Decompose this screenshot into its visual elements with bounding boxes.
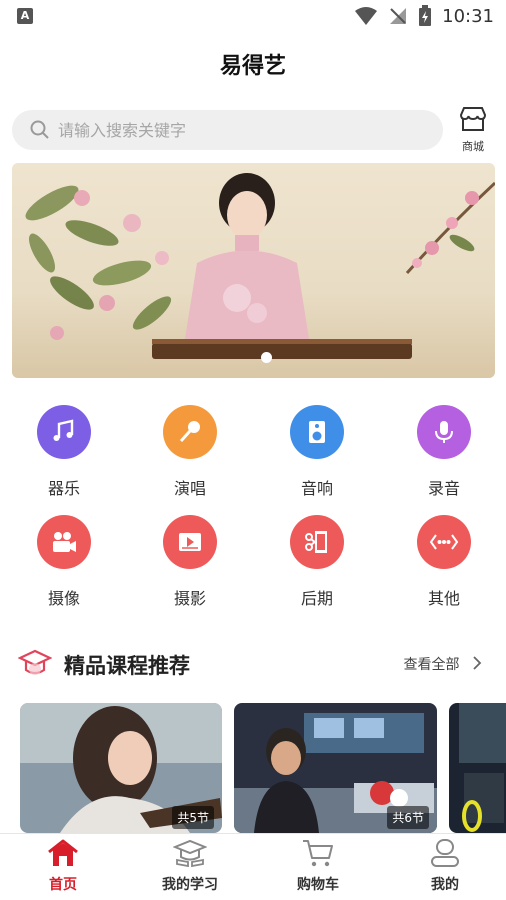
- shop-button[interactable]: 商城: [455, 106, 491, 156]
- course-card[interactable]: 共6节: [234, 703, 437, 833]
- category-label: 摄像: [47, 589, 80, 608]
- nav-label: 我的学习: [162, 877, 218, 893]
- category-other[interactable]: 其他: [399, 515, 489, 609]
- music-notes-icon: [37, 405, 91, 459]
- category-label: 其他: [427, 589, 460, 608]
- nav-label: 首页: [49, 877, 77, 893]
- film-edit-icon: [290, 515, 344, 569]
- section-header: 精品课程推荐 查看全部: [18, 646, 488, 682]
- more-dots-icon: [417, 515, 471, 569]
- course-thumbnail: [449, 703, 506, 833]
- user-icon: [431, 839, 459, 867]
- chevron-right-icon: [473, 656, 482, 670]
- nav-label: 购物车: [297, 877, 339, 893]
- microphone-icon: [163, 405, 217, 459]
- search-icon: [30, 120, 49, 139]
- category-label: 音响: [300, 479, 333, 498]
- status-time: 10:31: [442, 5, 494, 27]
- carousel-indicator[interactable]: [261, 352, 272, 363]
- search-bar[interactable]: [12, 110, 443, 150]
- recording-mic-icon: [417, 405, 471, 459]
- bottom-nav: 首页 我的学习 购物车 我的: [0, 833, 506, 900]
- category-instrument[interactable]: 器乐: [19, 405, 109, 499]
- nav-cart[interactable]: 购物车: [268, 838, 368, 894]
- status-indicator: A: [17, 8, 33, 24]
- cart-icon: [303, 840, 333, 867]
- lesson-count-badge: 共5节: [172, 806, 214, 829]
- category-audio[interactable]: 音响: [272, 405, 362, 499]
- no-signal-icon: [390, 8, 407, 24]
- course-card[interactable]: [449, 703, 506, 833]
- wifi-icon: [355, 7, 378, 25]
- speaker-icon: [290, 405, 344, 459]
- graduation-cap-icon: [18, 649, 52, 675]
- category-label: 演唱: [173, 479, 206, 498]
- see-all-label: 查看全部: [403, 657, 460, 673]
- see-all-link[interactable]: 查看全部: [404, 654, 482, 674]
- category-video[interactable]: 摄像: [19, 515, 109, 609]
- nav-home[interactable]: 首页: [13, 838, 113, 894]
- category-label: 器乐: [47, 479, 80, 498]
- category-label: 后期: [300, 589, 333, 608]
- page-title: 易得艺: [219, 54, 286, 79]
- video-camera-icon: [37, 515, 91, 569]
- home-icon: [48, 839, 78, 866]
- nav-label: 我的: [431, 877, 459, 893]
- battery-charging-icon: [419, 5, 432, 26]
- category-singing[interactable]: 演唱: [145, 405, 235, 499]
- banner-carousel[interactable]: [12, 163, 495, 378]
- play-screen-icon: [163, 515, 217, 569]
- banner-image: [25, 173, 495, 359]
- category-label: 摄影: [173, 589, 206, 608]
- course-card[interactable]: 共5节: [20, 703, 222, 833]
- status-bar: A 10:31: [0, 0, 506, 34]
- category-recording[interactable]: 录音: [399, 405, 489, 499]
- category-post-production[interactable]: 后期: [272, 515, 362, 609]
- section-title: 精品课程推荐: [64, 654, 190, 678]
- nav-my-study[interactable]: 我的学习: [140, 838, 240, 894]
- shop-label: 商城: [462, 140, 484, 153]
- category-photography[interactable]: 摄影: [145, 515, 235, 609]
- search-input[interactable]: [58, 110, 428, 150]
- study-cap-icon: [172, 839, 208, 868]
- category-label: 录音: [427, 479, 460, 498]
- nav-profile[interactable]: 我的: [395, 838, 495, 894]
- store-icon: [459, 107, 487, 131]
- lesson-count-badge: 共6节: [387, 806, 429, 829]
- status-icons: 10:31: [354, 5, 494, 27]
